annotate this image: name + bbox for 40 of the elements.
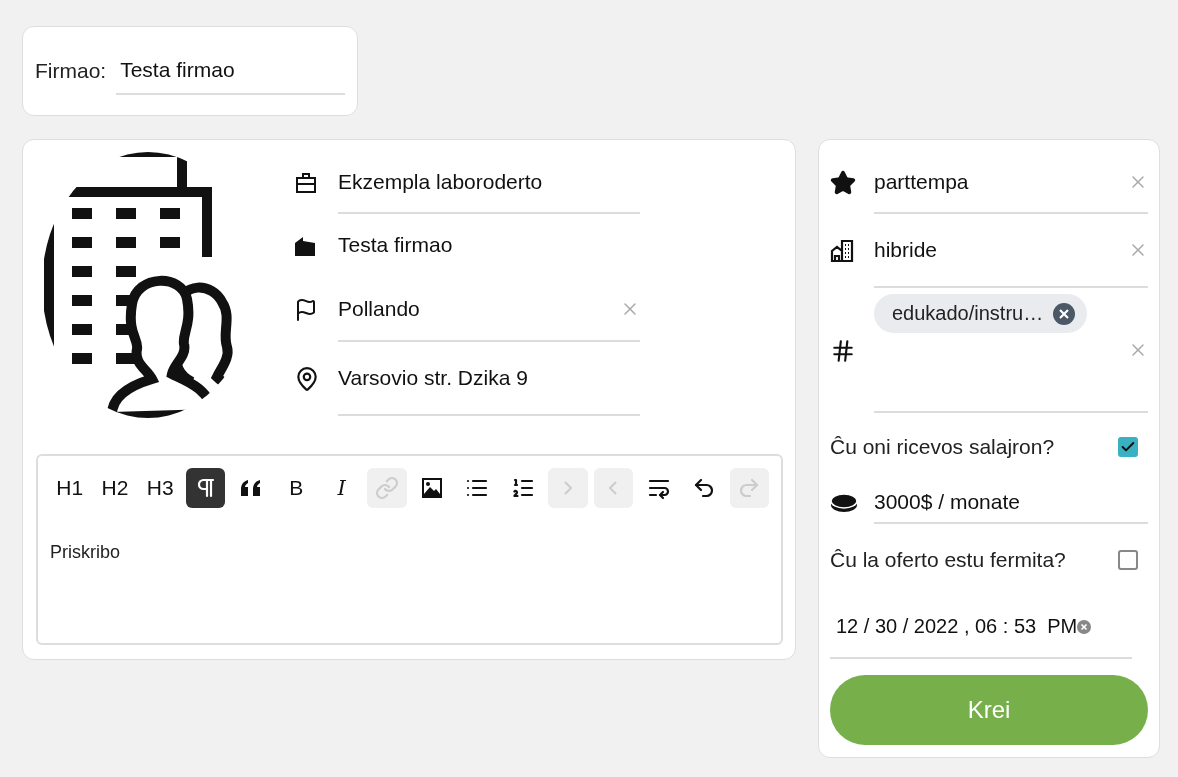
location-pin-icon bbox=[294, 366, 320, 392]
format-button[interactable]: H2 bbox=[95, 468, 135, 508]
briefcase-icon bbox=[294, 171, 318, 195]
image-icon bbox=[420, 476, 445, 500]
toggle-label: Ĉu la oferto estu fermita? bbox=[830, 548, 1066, 573]
toggle-label: Ĉu oni ricevos salajron? bbox=[830, 435, 1055, 460]
star-icon bbox=[830, 170, 856, 197]
format-button[interactable]: H3 bbox=[140, 468, 180, 508]
text-field[interactable]: parttempa bbox=[874, 152, 1148, 215]
toolbar-button[interactable] bbox=[185, 468, 226, 508]
checkbox[interactable] bbox=[1118, 550, 1138, 571]
chevron-right-icon bbox=[564, 481, 573, 495]
hash-icon bbox=[830, 337, 856, 364]
text-field[interactable]: Testa firmao bbox=[338, 214, 640, 278]
chevron-left-icon bbox=[609, 481, 618, 495]
remove-icon[interactable] bbox=[1053, 302, 1076, 325]
clear-icon[interactable] bbox=[1077, 619, 1092, 634]
text-field[interactable]: hibride bbox=[874, 214, 1148, 289]
coins-icon bbox=[830, 492, 858, 513]
link-icon bbox=[374, 476, 399, 500]
checkbox[interactable] bbox=[1118, 437, 1138, 458]
text-field[interactable]: Pollando bbox=[338, 278, 640, 342]
editor-placeholder: Priskribo bbox=[50, 542, 121, 563]
building-icon bbox=[830, 239, 854, 264]
tag-chip[interactable]: edukado/instru… bbox=[874, 294, 1088, 334]
text-field[interactable]: Ekzempla laboroderto bbox=[338, 152, 640, 214]
text-editor[interactable]: H1 H2 H3 B I Priskribo bbox=[36, 454, 783, 645]
factory-icon bbox=[294, 235, 316, 257]
format-button[interactable]: B bbox=[276, 468, 316, 508]
quote-icon bbox=[239, 480, 262, 496]
datetime-field[interactable]: 12 / 30 / 2022 , 06 : 53 PM bbox=[830, 596, 1132, 659]
company-field[interactable]: Testa firmao bbox=[116, 47, 345, 95]
salary-field[interactable]: 3000$ / monate bbox=[874, 481, 1148, 525]
format-button[interactable]: I bbox=[321, 468, 362, 508]
flag-icon bbox=[294, 298, 318, 322]
format-button[interactable]: H1 bbox=[50, 468, 90, 508]
text-field[interactable]: Varsovio str. Dzika 9 bbox=[338, 342, 640, 416]
field-label: Firmao: bbox=[35, 59, 107, 83]
tag-field[interactable]: edukado/instru… bbox=[874, 288, 1148, 414]
numbered-list-icon bbox=[510, 476, 535, 500]
